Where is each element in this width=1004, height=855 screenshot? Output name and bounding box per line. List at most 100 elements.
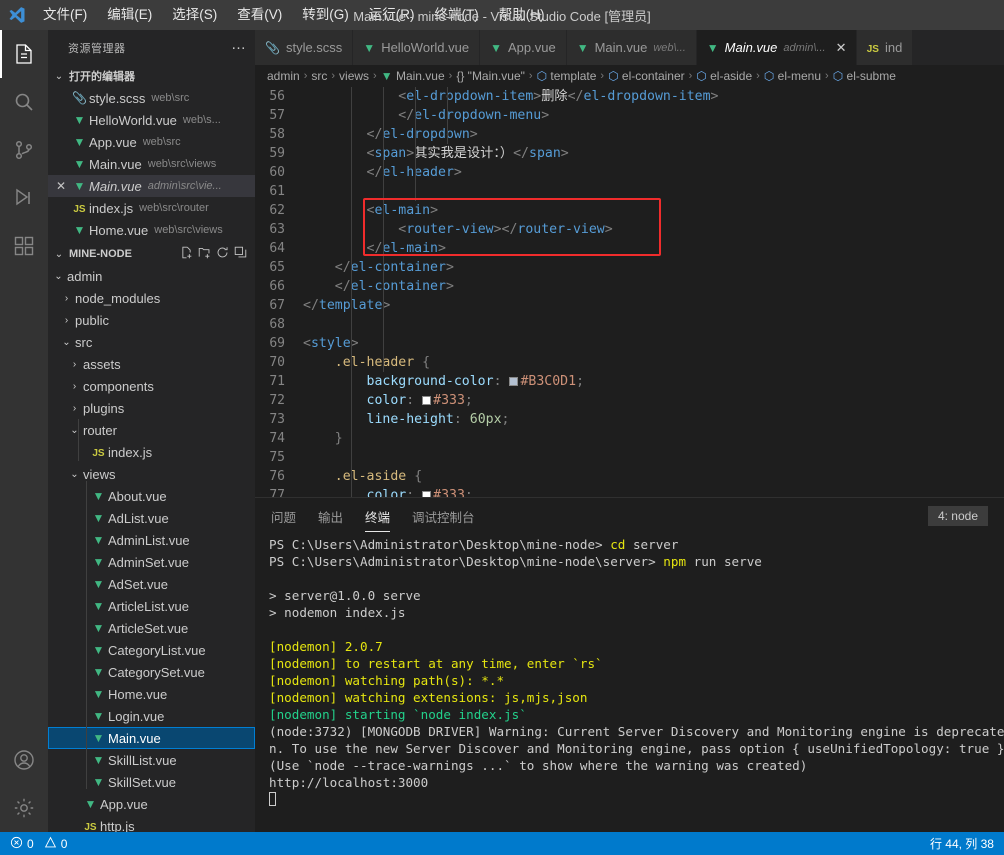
tree-file-item[interactable]: ▼ AdminSet.vue (48, 551, 255, 573)
search-icon[interactable] (0, 78, 48, 126)
tab-debug-console[interactable]: 调试控制台 (412, 499, 475, 532)
breadcrumb-item[interactable]: ▼ Main.vue (381, 69, 445, 83)
chevron-right-icon[interactable]: › (60, 293, 73, 304)
menu-run[interactable]: 运行(R) (360, 4, 424, 26)
menu-help[interactable]: 帮助(H) (490, 4, 554, 26)
chevron-right-icon[interactable]: › (68, 359, 81, 370)
open-editor-name: style.scss (89, 90, 146, 106)
close-icon[interactable]: ✕ (52, 179, 70, 193)
gear-icon[interactable] (0, 784, 48, 832)
editor-tab[interactable]: JS ind (856, 30, 914, 65)
cursor-position[interactable]: 行 44, 列 38 (930, 835, 994, 852)
editor-tab[interactable]: ▼ App.vue (480, 30, 567, 65)
extensions-icon[interactable] (0, 222, 48, 270)
project-actions[interactable] (180, 246, 255, 262)
breadcrumb[interactable]: admin › src › views › ▼ Main.vue ›{} "Main.vue"… (255, 65, 1004, 87)
code-editor[interactable]: 56 <el-dropdown-item>删除</el-dropdown-ite… (255, 87, 1004, 497)
chevron-down-icon[interactable]: ⌄ (68, 469, 81, 480)
editor-area: 📎 style.scss ▼ HelloWorld.vue ▼ App.vue ▼ Main.… (255, 30, 1004, 832)
explorer-icon[interactable] (0, 30, 48, 78)
tree-file-item[interactable]: JS index.js (48, 441, 255, 463)
terminal-output[interactable]: PS C:\Users\Administrator\Desktop\mine-n… (255, 533, 1004, 832)
tree-folder-item[interactable]: ⌄ views (48, 463, 255, 485)
menu-view[interactable]: 查看(V) (228, 4, 291, 26)
collapse-all-icon[interactable] (234, 246, 247, 262)
breadcrumb-label: template (550, 69, 597, 83)
tree-file-item[interactable]: ▼ AdminList.vue (48, 529, 255, 551)
chevron-down-icon[interactable]: ⌄ (60, 337, 73, 348)
new-folder-icon[interactable] (198, 246, 211, 262)
open-editor-item[interactable]: JS index.js web\src\router (48, 197, 255, 219)
chevron-right-icon[interactable]: › (60, 315, 73, 326)
more-actions-icon[interactable]: … (231, 36, 247, 59)
tab-terminal[interactable]: 终端 (365, 499, 391, 532)
tree-folder-item[interactable]: › plugins (48, 397, 255, 419)
status-problems[interactable]: 0 0 (10, 836, 67, 852)
menu-file[interactable]: 文件(F) (34, 4, 96, 26)
breadcrumb-item[interactable]: ⬡ el-menu (764, 69, 821, 83)
run-debug-icon[interactable] (0, 174, 48, 222)
chevron-down-icon[interactable]: ⌄ (52, 271, 65, 282)
breadcrumb-item[interactable]: {} "Main.vue" (456, 69, 525, 83)
breadcrumb-item[interactable]: admin (267, 69, 300, 83)
menu-bar[interactable]: 文件(F) 编辑(E) 选择(S) 查看(V) 转到(G) 运行(R) 终端(T… (34, 4, 554, 26)
tree-folder-item[interactable]: › assets (48, 353, 255, 375)
tree-folder-item[interactable]: ⌄ router (48, 419, 255, 441)
tree-file-item[interactable]: ▼ Main.vue (48, 727, 255, 749)
refresh-icon[interactable] (216, 246, 229, 262)
breadcrumb-item[interactable]: views (339, 69, 369, 83)
tree-file-item[interactable]: ▼ App.vue (48, 793, 255, 815)
editor-tab[interactable]: ▼ HelloWorld.vue (353, 30, 481, 65)
tree-file-item[interactable]: ▼ SkillList.vue (48, 749, 255, 771)
terminal-line: http://localhost:3000 (269, 775, 429, 790)
tree-file-item[interactable]: ▼ ArticleList.vue (48, 595, 255, 617)
breadcrumb-item[interactable]: ⬡ el-aside (696, 69, 752, 83)
tree-folder-item[interactable]: › components (48, 375, 255, 397)
open-editor-item[interactable]: ▼ App.vue web\src (48, 131, 255, 153)
chevron-down-icon[interactable]: ⌄ (68, 425, 81, 436)
open-editor-item[interactable]: ▼ Main.vue web\src\views (48, 153, 255, 175)
open-editor-item[interactable]: ▼ Home.vue web\src\views (48, 219, 255, 241)
tree-folder-item[interactable]: ⌄ src (48, 331, 255, 353)
chevron-right-icon[interactable]: › (68, 403, 81, 414)
menu-selection[interactable]: 选择(S) (163, 4, 226, 26)
tree-folder-item[interactable]: › node_modules (48, 287, 255, 309)
tree-file-item[interactable]: ▼ ArticleSet.vue (48, 617, 255, 639)
chevron-right-icon[interactable]: › (68, 381, 81, 392)
tree-file-item[interactable]: ▼ CategoryList.vue (48, 639, 255, 661)
tree-folder-item[interactable]: ⌄ admin (48, 265, 255, 287)
code-line: 66 </el-container> (255, 277, 1004, 296)
tree-item-label: ArticleSet.vue (108, 620, 189, 636)
editor-tab[interactable]: 📎 style.scss (255, 30, 354, 65)
project-header[interactable]: ⌄ MINE-NODE (48, 243, 255, 265)
source-control-icon[interactable] (0, 126, 48, 174)
breadcrumb-item[interactable]: src (311, 69, 327, 83)
menu-go[interactable]: 转到(G) (293, 4, 358, 26)
tree-file-item[interactable]: ▼ Home.vue (48, 683, 255, 705)
tree-file-item[interactable]: ▼ AdSet.vue (48, 573, 255, 595)
tab-output[interactable]: 输出 (318, 499, 343, 532)
open-editor-item[interactable]: ▼ HelloWorld.vue web\s... (48, 109, 255, 131)
editor-tab[interactable]: ▼ Main.vue web\... (566, 30, 697, 65)
tree-file-item[interactable]: JS http.js (48, 815, 255, 833)
tree-file-item[interactable]: ▼ SkillSet.vue (48, 771, 255, 793)
terminal-selector[interactable]: 4: node (927, 505, 988, 526)
breadcrumb-item[interactable]: ⬡ el-subme (833, 69, 896, 83)
open-editor-item[interactable]: ✕ ▼ Main.vue admin\src\vie... (48, 175, 255, 197)
tree-file-item[interactable]: ▼ AdList.vue (48, 507, 255, 529)
breadcrumb-item[interactable]: ⬡ template (537, 69, 597, 83)
editor-tab[interactable]: ▼ Main.vue admin\... ✕ (696, 30, 857, 65)
menu-terminal[interactable]: 终端(T) (426, 4, 488, 26)
menu-edit[interactable]: 编辑(E) (98, 4, 161, 26)
open-editor-item[interactable]: 📎 style.scss web\src (48, 87, 255, 109)
tree-folder-item[interactable]: › public (48, 309, 255, 331)
tree-file-item[interactable]: ▼ CategorySet.vue (48, 661, 255, 683)
breadcrumb-item[interactable]: ⬡ el-container (608, 69, 685, 83)
close-icon[interactable]: ✕ (836, 40, 847, 56)
tree-file-item[interactable]: ▼ Login.vue (48, 705, 255, 727)
new-file-icon[interactable] (180, 246, 193, 262)
tab-problems[interactable]: 问题 (271, 499, 296, 532)
accounts-icon[interactable] (0, 736, 48, 784)
tree-file-item[interactable]: ▼ About.vue (48, 485, 255, 507)
open-editors-header[interactable]: ⌄ 打开的编辑器 (48, 65, 255, 87)
